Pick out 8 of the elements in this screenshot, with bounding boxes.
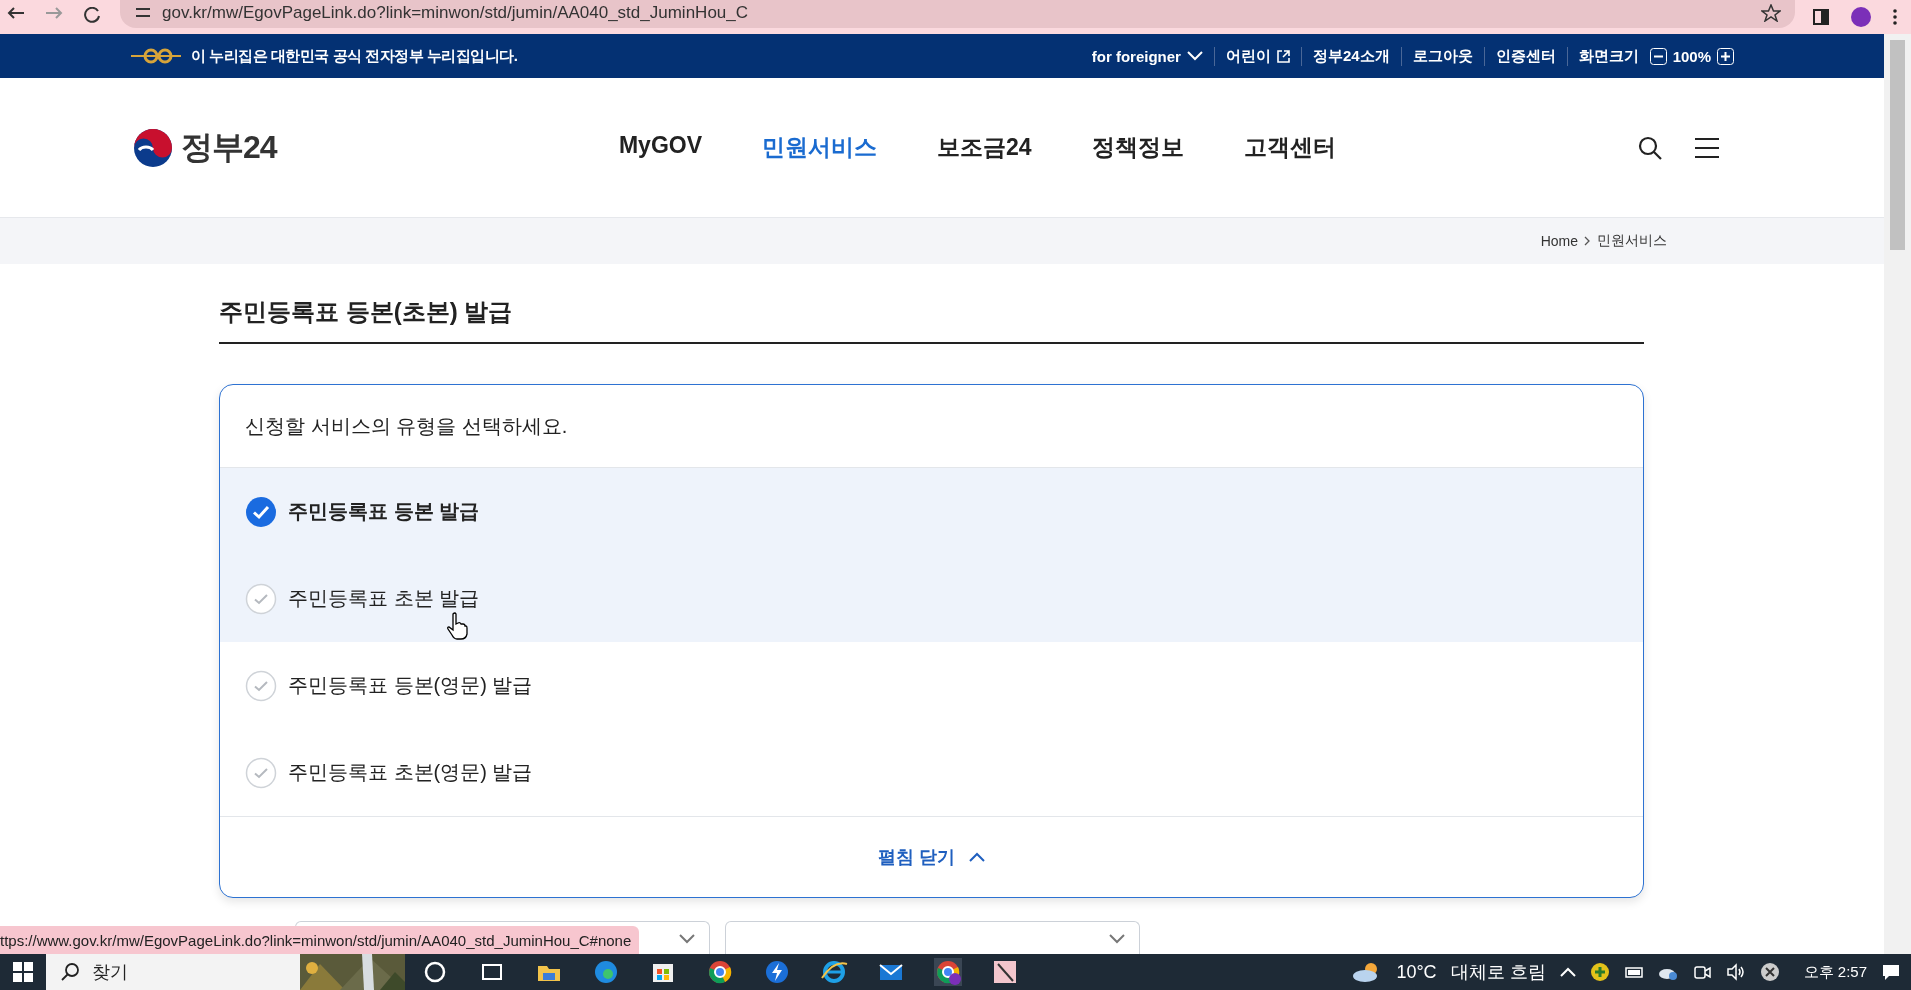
status-url-tooltip: ttps://www.gov.kr/mw/EgovPageLink.do?link=minwon/std/jumin/AA040_std_JuminHou_C#none xyxy=(0,926,640,954)
weather-condition: 대체로 흐림 xyxy=(1450,961,1546,984)
zoom-label: 화면크기 xyxy=(1566,46,1650,66)
page-title: 주민등록표 등본(초본) 발급 xyxy=(219,264,1644,344)
prompt-text: 신청할 서비스의 유형을 선택하세요. xyxy=(245,413,568,439)
notice-text: 이 누리집은 대한민국 공식 전자정부 누리집입니다. xyxy=(191,46,518,66)
zoom-value: 100% xyxy=(1671,47,1712,65)
temperature: 10°C xyxy=(1396,961,1437,983)
